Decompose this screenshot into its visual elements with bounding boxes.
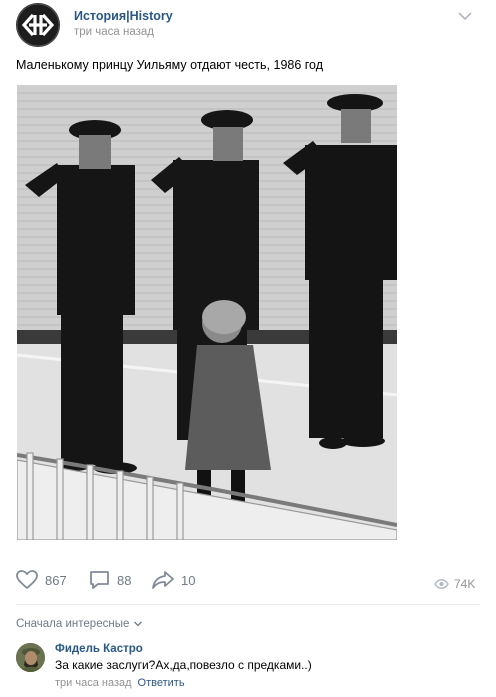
share-icon	[152, 571, 174, 589]
post-actions: 867 88 10 74K	[0, 562, 496, 602]
like-button[interactable]: 867	[16, 570, 67, 590]
post-timestamp[interactable]: три часа назад	[74, 26, 154, 38]
chevron-down-icon	[134, 621, 143, 627]
like-count: 867	[45, 572, 67, 588]
post-photo[interactable]	[17, 85, 397, 540]
comment-author-link[interactable]: Фидель Кастро	[55, 643, 143, 655]
comment-item: Фидель Кастро За какие заслуги?Ах,да,пов…	[0, 640, 496, 697]
user-avatar-icon	[16, 643, 45, 672]
group-name-link[interactable]: История|History	[74, 9, 173, 23]
comment-timestamp[interactable]: три часа назад	[55, 677, 132, 689]
eye-icon	[434, 579, 449, 589]
post-header: История|History три часа назад	[0, 0, 496, 50]
post-text: Маленькому принцу Уильяму отдают честь, …	[16, 58, 324, 72]
reply-button[interactable]: Ответить	[138, 677, 185, 689]
sort-label: Сначала интересные	[16, 618, 130, 630]
views-count: 74K	[454, 577, 476, 591]
comment-count: 88	[117, 572, 132, 588]
avatar[interactable]	[16, 643, 45, 672]
comment-icon	[90, 571, 109, 589]
group-avatar[interactable]	[16, 3, 60, 47]
comment-text: За какие заслуги?Ах,да,повезло с предкам…	[55, 658, 312, 672]
share-count: 10	[181, 572, 196, 588]
heart-icon	[16, 570, 38, 590]
group-logo-icon	[16, 3, 60, 47]
comments-sort-dropdown[interactable]: Сначала интересные	[16, 618, 143, 630]
share-button[interactable]: 10	[152, 570, 195, 590]
comment-meta: три часа назад Ответить	[55, 677, 185, 689]
divider	[16, 604, 480, 605]
chevron-down-icon[interactable]	[457, 10, 473, 22]
views-counter: 74K	[434, 577, 475, 591]
comment-button[interactable]: 88	[89, 570, 131, 590]
